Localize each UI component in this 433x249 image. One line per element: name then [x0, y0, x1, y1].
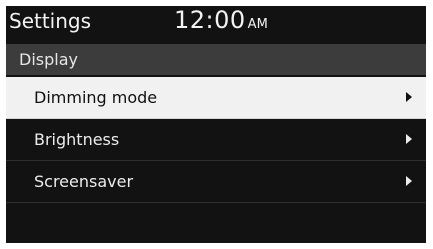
menu-item-label: Dimming mode — [34, 88, 158, 107]
screen-title: Settings — [9, 9, 92, 33]
settings-screen: Settings 12:00 AM Display Dimming mode Br… — [6, 6, 426, 243]
status-bar: Settings 12:00 AM — [6, 6, 426, 36]
clock-ampm: AM — [247, 17, 268, 32]
menu-item-screensaver[interactable]: Screensaver — [6, 161, 426, 203]
chevron-right-icon — [406, 176, 412, 186]
menu-item-label: Screensaver — [34, 172, 134, 191]
menu-item-brightness[interactable]: Brightness — [6, 119, 426, 161]
chevron-right-icon — [406, 92, 412, 102]
chevron-right-icon — [406, 134, 412, 144]
section-header: Display — [6, 44, 426, 75]
menu-list: Dimming mode Brightness Screensaver — [6, 77, 426, 203]
section-title: Display — [19, 50, 78, 69]
clock-time: 12:00 — [174, 6, 246, 34]
menu-item-dimming-mode[interactable]: Dimming mode — [6, 77, 426, 119]
menu-item-label: Brightness — [34, 130, 120, 149]
clock: 12:00 AM — [174, 6, 268, 39]
